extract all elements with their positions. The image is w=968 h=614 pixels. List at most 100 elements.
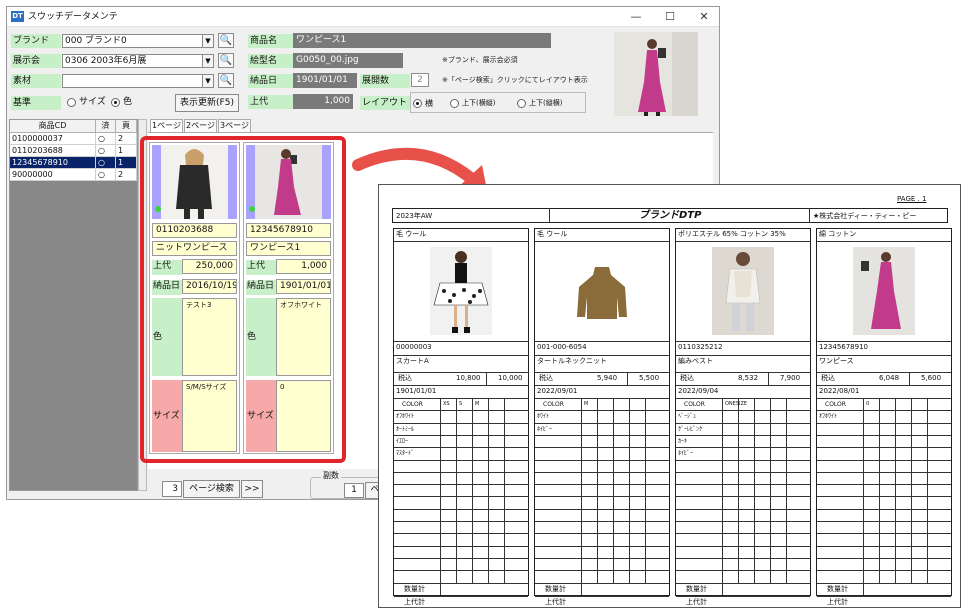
layout-hv-radio[interactable]: [450, 99, 459, 108]
product-name-field[interactable]: ワンピース1: [293, 33, 551, 48]
next-page-button[interactable]: >>: [241, 480, 263, 498]
report-code: 0110325212: [678, 343, 723, 351]
row-divider: [394, 410, 528, 411]
report-product-column: 綿 コットン 12345678910 ワンピース 税込 6,048 5,600 2022/0…: [816, 228, 952, 606]
chevron-down-icon[interactable]: ▼: [202, 34, 214, 48]
row-divider: [817, 447, 951, 448]
material-select[interactable]: [62, 74, 203, 88]
report-product-column: ポリエステル 65% コットン 35% 0110325212 編みベスト 税込 8,53…: [675, 228, 811, 606]
report-size-header: ONESIZE: [725, 401, 748, 407]
dress-model-icon: [614, 32, 698, 116]
maximize-button[interactable]: ☐: [655, 8, 685, 26]
report-tax-label: 税込: [821, 374, 835, 382]
table-cell[interactable]: ○: [96, 157, 116, 169]
row-divider: [394, 521, 528, 522]
basis-color-radio[interactable]: [111, 98, 120, 107]
page-number-field[interactable]: 3: [162, 481, 182, 497]
report-code: 00000003: [396, 343, 432, 351]
table-cell[interactable]: 1: [116, 145, 137, 157]
brand-select[interactable]: 000 ブランド0: [62, 34, 203, 48]
table-cell[interactable]: ○: [96, 169, 116, 181]
table-row[interactable]: 90000000: [10, 169, 96, 181]
grid-header-code[interactable]: 商品CD: [10, 120, 96, 133]
report-product-column: 毛 ウール 00000003 スカートA 税込 10,800 10,000 1901/01/…: [393, 228, 529, 606]
table-cell[interactable]: ○: [96, 145, 116, 157]
tab-page-3[interactable]: 3ページ: [218, 119, 251, 132]
highlight-frame: [140, 136, 346, 463]
report-material: 毛 ウール: [537, 230, 568, 238]
report-tax-label: 税込: [539, 374, 553, 382]
product-preview-image: [614, 32, 698, 116]
col-divider: [488, 398, 489, 583]
tab-page-1[interactable]: 1ページ: [150, 119, 183, 132]
row-divider: [817, 341, 951, 342]
row-divider: [535, 521, 669, 522]
report-material: 綿 コットン: [819, 230, 857, 238]
row-divider: [817, 460, 951, 461]
exhibit-label: 展示会: [11, 54, 61, 68]
report-qty-label: 数量計: [827, 585, 848, 593]
table-cell[interactable]: 1: [116, 157, 137, 169]
close-button[interactable]: ✕: [689, 8, 719, 26]
copies-field[interactable]: 1: [344, 483, 364, 498]
product-name-label: 商品名: [248, 34, 293, 48]
report-color-row: ﾏｽﾀｰﾄﾞ: [396, 450, 415, 457]
chevron-down-icon[interactable]: ▼: [202, 54, 214, 68]
table-cell[interactable]: ○: [96, 133, 116, 145]
table-cell[interactable]: 2: [116, 169, 137, 181]
exhibit-select[interactable]: 0306 2003年6月展: [62, 54, 203, 68]
col-divider: [722, 583, 723, 595]
row-divider: [394, 341, 528, 342]
row-divider: [394, 570, 528, 571]
basis-color-label: 色: [123, 97, 133, 107]
row-divider: [535, 385, 669, 386]
report-name: スカートA: [396, 357, 429, 365]
table-row-selected[interactable]: 12345678910: [10, 157, 96, 169]
price-field[interactable]: 1,000: [293, 94, 353, 109]
table-row[interactable]: 0110203688: [10, 145, 96, 157]
report-code: 001-000-6054: [537, 343, 587, 351]
row-divider: [394, 472, 528, 473]
col-divider: [863, 398, 864, 583]
row-divider: [817, 596, 951, 597]
col-divider: [440, 583, 441, 595]
report-color-row: ｵﾌﾎﾜｲﾄ: [396, 413, 415, 420]
report-retail-label: 上代計: [404, 598, 425, 606]
page-search-button[interactable]: ページ検索: [183, 480, 240, 498]
row-divider: [535, 558, 669, 559]
table-cell[interactable]: 2: [116, 133, 137, 145]
app-logo-icon: DT: [11, 11, 24, 22]
report-company: ★株式会社ディー・ティー・ピー: [813, 212, 917, 220]
delivery-date-field[interactable]: 1901/01/01: [293, 73, 357, 88]
chevron-down-icon[interactable]: ▼: [202, 74, 214, 88]
report-qty-label: 数量計: [404, 585, 425, 593]
search-icon[interactable]: 🔍: [218, 53, 234, 68]
minimize-button[interactable]: —: [621, 8, 651, 26]
layout-horizontal-radio[interactable]: [413, 99, 422, 108]
row-divider: [676, 558, 810, 559]
grid-header-page[interactable]: 頁: [116, 120, 137, 133]
refresh-button[interactable]: 表示更新(F5): [175, 94, 239, 112]
layout-vh-radio[interactable]: [517, 99, 526, 108]
report-color-row: ﾈｲﾋﾞｰ: [678, 450, 694, 457]
row-divider: [535, 423, 669, 424]
report-size-header: M: [584, 401, 589, 407]
basis-label: 基準: [11, 96, 61, 110]
report-color-row: ｲｴﾛｰ: [396, 438, 409, 445]
row-divider: [817, 558, 951, 559]
row-divider: [394, 533, 528, 534]
grid-header-done[interactable]: 済: [96, 120, 116, 133]
tab-page-2[interactable]: 2ページ: [184, 119, 217, 132]
search-icon[interactable]: 🔍: [218, 73, 234, 88]
row-divider: [394, 509, 528, 510]
row-divider: [676, 447, 810, 448]
table-row[interactable]: 0100000037: [10, 133, 96, 145]
row-divider: [394, 372, 528, 373]
basis-size-radio[interactable]: [67, 98, 76, 107]
search-icon[interactable]: 🔍: [218, 33, 234, 48]
image-name-field[interactable]: G0050_00.jpg: [293, 53, 403, 68]
row-divider: [535, 355, 669, 356]
count-field[interactable]: 2: [411, 73, 429, 87]
row-divider: [676, 435, 810, 436]
col-divider: [597, 398, 598, 583]
